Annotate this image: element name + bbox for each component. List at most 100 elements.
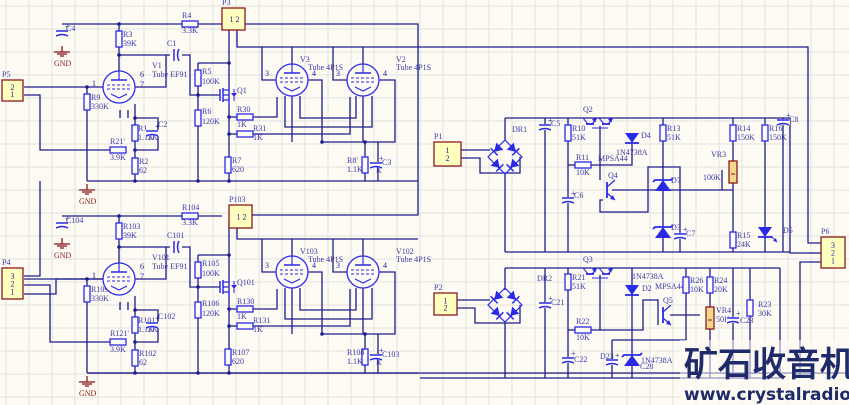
component-ref: C101 [167, 231, 184, 240]
component-ref: R31 [253, 124, 266, 133]
connector-ref: P1 [434, 132, 442, 141]
component-r15: R1524K [729, 231, 751, 249]
watermark-url: www.crystalradio.cn [684, 385, 849, 405]
wire [24, 181, 41, 277]
component-ref: R130 [237, 297, 254, 306]
component-value: MPSA44 [655, 282, 685, 291]
wire [253, 289, 278, 310]
component-ref: R21 [572, 273, 585, 282]
component-r107: R107620 [224, 348, 249, 366]
component-ref: DR1 [512, 125, 527, 134]
component-value: 1N4738A [616, 148, 648, 157]
connector-p4[interactable]: P4321 [1, 258, 24, 300]
component-ref: R4 [182, 11, 191, 20]
connector-ref: P2 [434, 283, 442, 292]
component-value: 330K [91, 102, 109, 111]
component-ref: R104 [182, 203, 199, 212]
component-r11: R11 10K [574, 153, 592, 177]
tube-pin: 4 [383, 261, 387, 270]
component-r121p: R121' 3.9K [109, 329, 129, 354]
component-value: 100K [703, 173, 721, 182]
tube-pin: 4 [383, 69, 387, 78]
junction [320, 332, 324, 336]
tube-pin: 4 [312, 69, 316, 78]
component-ref: R10 [572, 124, 585, 133]
component-ref: DR2 [537, 274, 552, 283]
component-ref: R15 [737, 231, 750, 240]
connector-p103[interactable]: P103 1 2 [228, 195, 253, 229]
wire [245, 23, 419, 216]
component-ref: C104 [66, 216, 83, 225]
component-value: 2K [148, 325, 158, 334]
component-value: 330K [91, 294, 109, 303]
gnd-label: GND [79, 197, 97, 206]
component-ref: C23 [740, 316, 753, 325]
gnd-label: GND [54, 251, 72, 260]
tube-pin: 4 [312, 261, 316, 270]
component-v1: V1Tube EF91 [102, 61, 188, 104]
wire [591, 275, 601, 331]
component-r8p: R8'1.1K [347, 156, 369, 174]
component-c21: +C21 [538, 294, 564, 309]
junction [320, 140, 324, 144]
junction [196, 179, 200, 183]
connector-ref: P4 [2, 258, 10, 267]
component-ref: D5 [783, 226, 793, 235]
component-value: 620 [232, 357, 244, 366]
component-value: 3.9K [110, 345, 126, 354]
component-ref: R2 [139, 157, 148, 166]
tube-pin: 1 [92, 79, 96, 88]
component-q4: Q4 [606, 171, 618, 201]
pin-number: 1 [11, 90, 15, 99]
component-value: 24K [737, 240, 751, 249]
pin-number: 2 [243, 213, 247, 222]
component-r2: R262 [131, 157, 148, 175]
component-ref: V1 [152, 61, 162, 70]
component-r22: R22 10K [574, 317, 592, 342]
wire [418, 46, 821, 244]
junction [227, 179, 231, 183]
pin-number: 1 [11, 287, 15, 296]
connector-p1[interactable]: P112 [433, 132, 462, 167]
component-ref: R7 [232, 156, 241, 165]
component-ref: C1 [167, 39, 176, 48]
junction [227, 324, 231, 328]
component-r24: R2420K [706, 276, 728, 294]
junction [117, 214, 121, 218]
connector-p6[interactable]: P6321 [820, 227, 846, 269]
component-ref: R13 [667, 124, 680, 133]
component-r10: R1051K [564, 124, 586, 142]
component-ref: V101 [152, 253, 170, 262]
component-ref: Q2 [583, 105, 593, 114]
component-value: 1K [253, 133, 263, 142]
component-value: Tube 4P1S [396, 255, 431, 264]
component-ref: C7 [686, 229, 695, 238]
tube-pin: 3 [265, 69, 269, 78]
component-value: K [376, 358, 382, 367]
component-value: 100K [202, 77, 220, 86]
tube-pin: 7 [140, 272, 144, 281]
component-value: 51K [667, 133, 681, 142]
component-r26: R2610K [682, 276, 704, 294]
junction [117, 53, 121, 57]
junction [227, 132, 231, 136]
component-ref: Q1 [237, 86, 247, 95]
junction [227, 61, 231, 65]
component-value: K [376, 166, 382, 175]
plus-mark: + [615, 351, 620, 360]
component-value: 1K [237, 120, 247, 129]
pin-number: 1 [237, 213, 241, 222]
component-ref: C6 [574, 191, 583, 200]
component-c1: C1 [167, 39, 180, 62]
component-ref: R23 [758, 300, 771, 309]
component-value: 150K [769, 133, 787, 142]
connector-p3[interactable]: P3 1 2 [221, 0, 246, 31]
component-value: 3.9K [110, 153, 126, 162]
component-ref: R26 [690, 276, 703, 285]
schematic-svg: R43.3KR339K+C4C1R9330KR21'3.9KR11.1K+C22… [0, 0, 849, 405]
connector-p2[interactable]: P212 [433, 283, 458, 316]
component-value: Tube EF91 [152, 70, 188, 79]
component-value: 120K [202, 117, 220, 126]
tube-pin: 3 [265, 261, 269, 270]
component-ref: R108 [347, 348, 364, 357]
